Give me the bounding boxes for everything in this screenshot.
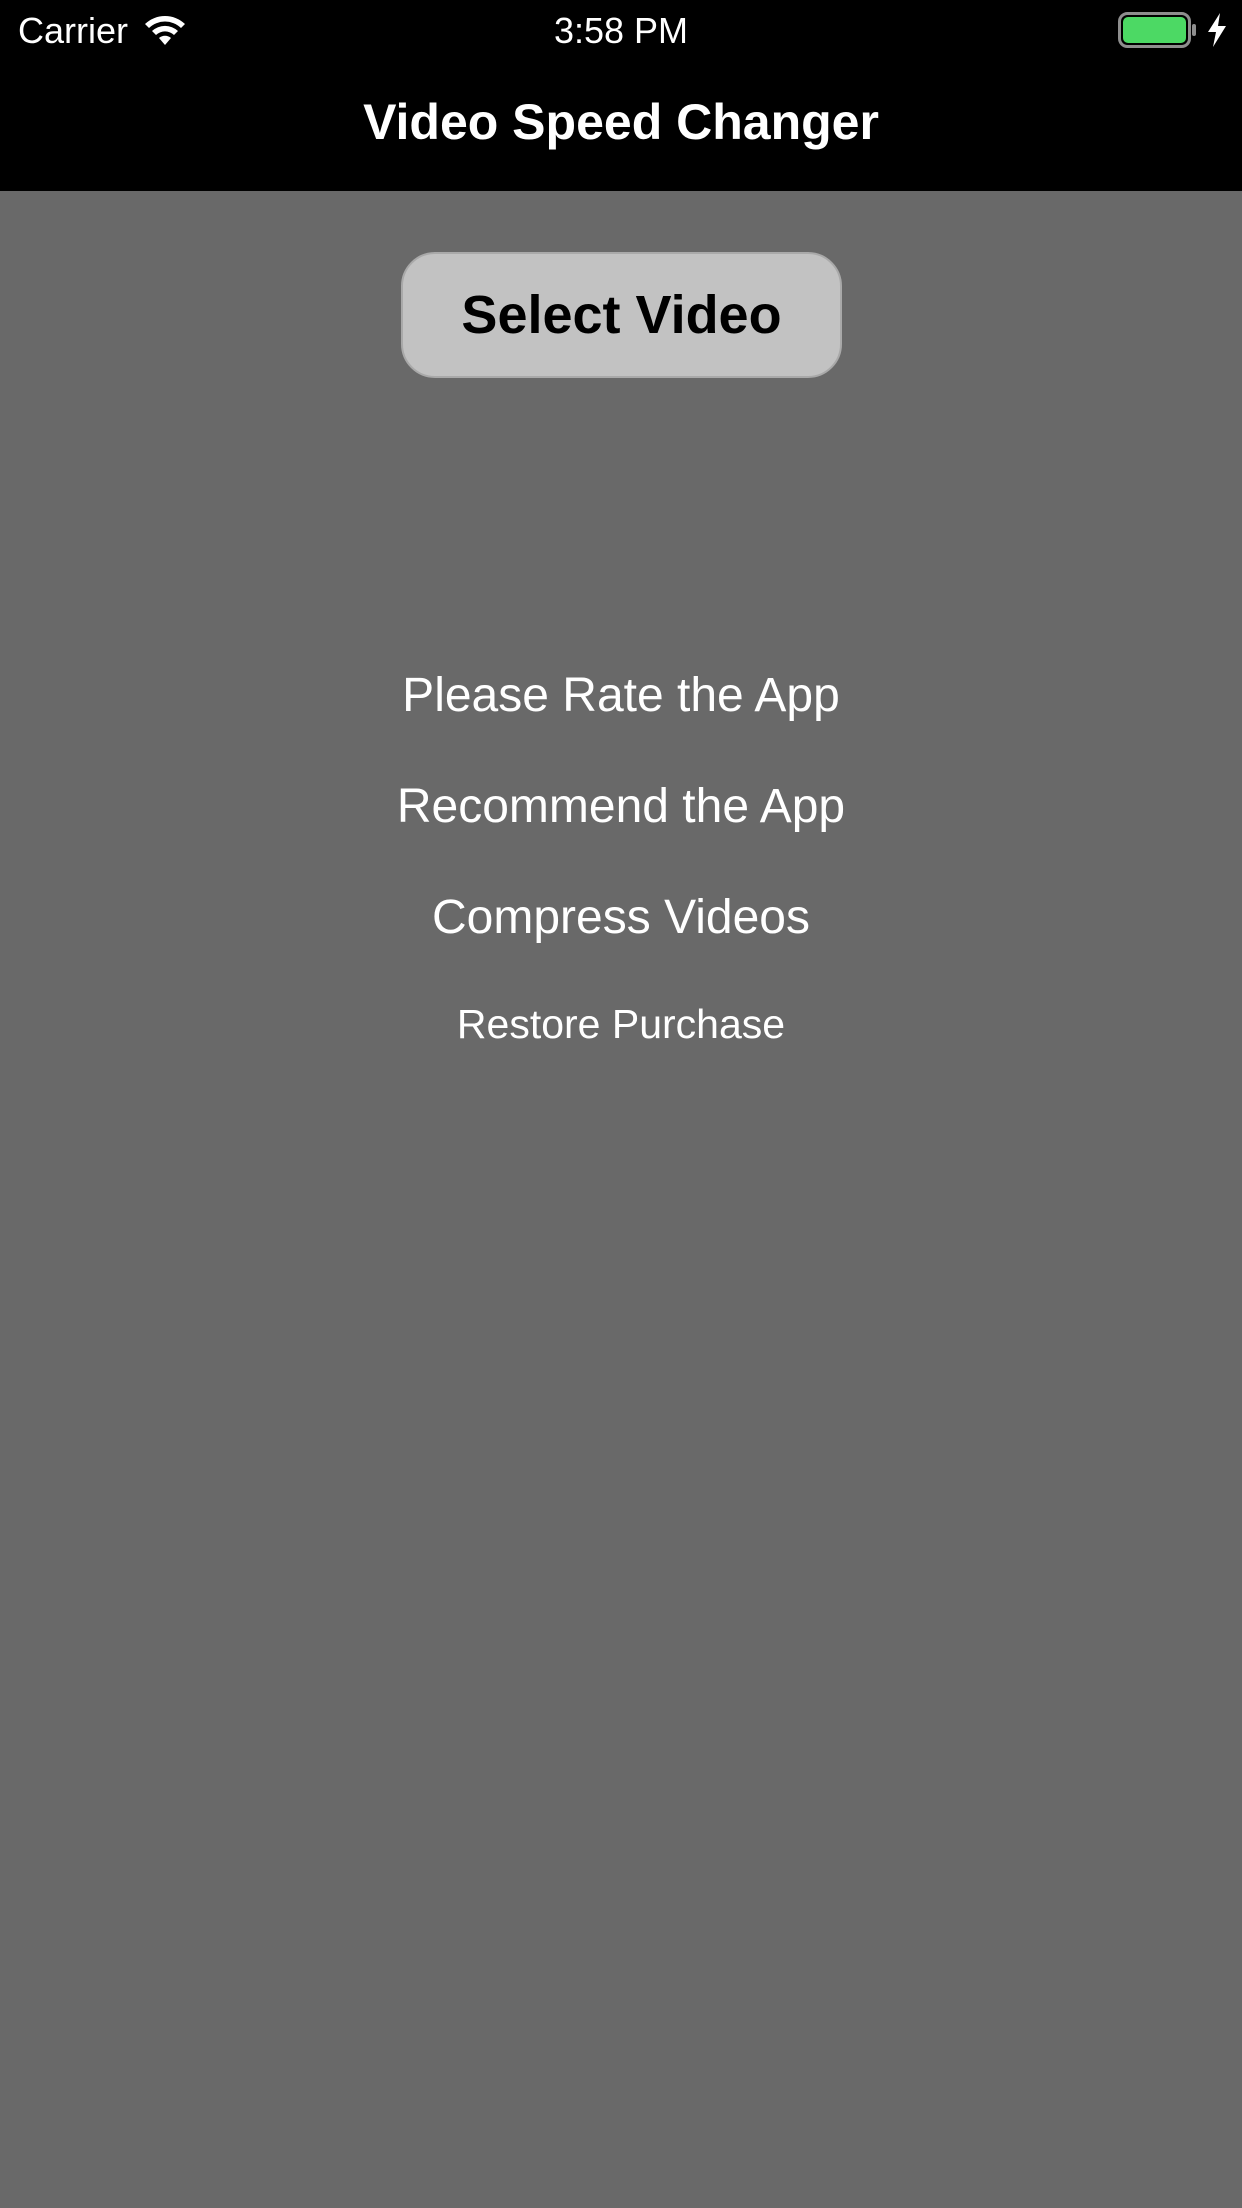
battery-full-icon: [1118, 12, 1196, 48]
status-bar: Carrier 3:58 PM: [0, 0, 1242, 62]
battery-group: [1118, 12, 1228, 48]
top-bar: Carrier 3:58 PM Video Speed Changer: [0, 0, 1242, 191]
page-title: Video Speed Changer: [363, 94, 879, 150]
recommend-app-link[interactable]: Recommend the App: [0, 777, 1242, 837]
select-video-button[interactable]: Select Video: [401, 252, 842, 378]
rate-app-link[interactable]: Please Rate the App: [0, 666, 1242, 726]
charging-bolt-icon: [1208, 13, 1226, 47]
compress-videos-link[interactable]: Compress Videos: [0, 888, 1242, 948]
status-time: 3:58 PM: [553, 10, 689, 51]
restore-purchase-link[interactable]: Restore Purchase: [0, 998, 1242, 1050]
